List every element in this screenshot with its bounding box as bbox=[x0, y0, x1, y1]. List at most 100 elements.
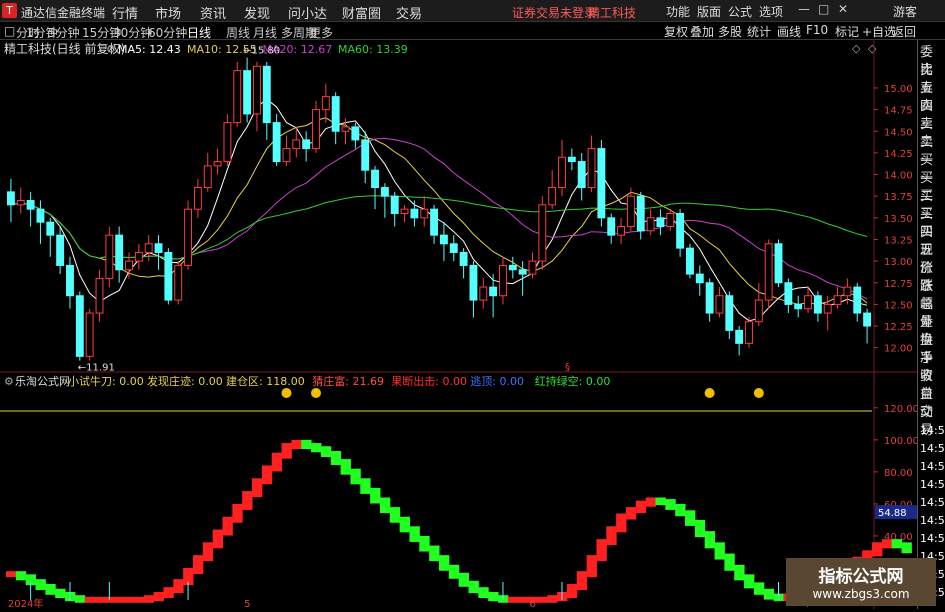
minimize-icon[interactable]: — bbox=[798, 2, 810, 16]
candle-body bbox=[36, 208, 45, 223]
indicator-step-bar bbox=[507, 596, 519, 603]
candle-body bbox=[676, 213, 685, 249]
menu-market[interactable]: 市场 bbox=[155, 3, 181, 22]
login-warning[interactable]: 证券交易未登录 bbox=[512, 4, 596, 21]
period-checkbox-icon[interactable]: □ bbox=[4, 24, 15, 38]
indicator-step-bar bbox=[261, 465, 273, 485]
indicator-step-bar bbox=[409, 526, 420, 542]
indicator-step-bar bbox=[566, 583, 578, 598]
candle-body bbox=[804, 295, 812, 310]
candle-body bbox=[341, 126, 350, 132]
candle-body bbox=[302, 139, 311, 150]
candle-body bbox=[833, 295, 842, 305]
chart-options-icon-2: ◇ bbox=[868, 42, 877, 55]
y-tick-label-5: 13.75 bbox=[884, 192, 913, 203]
menu-options[interactable]: 选项 bbox=[759, 3, 783, 20]
period-7[interactable]: 周线 bbox=[226, 24, 250, 41]
candle-body bbox=[223, 122, 232, 163]
indicator-step-bar bbox=[291, 439, 302, 450]
indicator-legend-0: 小试牛刀: 0.00 bbox=[68, 374, 144, 388]
indicator-step-bar bbox=[84, 596, 96, 603]
ind-y-tick-label-0: 120.00 bbox=[884, 404, 917, 415]
toolbar-button-0[interactable]: 复权 bbox=[664, 23, 688, 40]
menu-wealth[interactable]: 财富圈 bbox=[342, 3, 381, 22]
menu-news[interactable]: 资讯 bbox=[200, 3, 226, 22]
menu-function[interactable]: 功能 bbox=[666, 3, 690, 20]
indicator-step-bar bbox=[694, 519, 706, 538]
current-value-tag: 54.88 bbox=[878, 508, 907, 519]
toolbar-button-2[interactable]: 多股 bbox=[718, 23, 742, 40]
menu-layout[interactable]: 版面 bbox=[697, 3, 721, 20]
candle-body bbox=[479, 286, 488, 301]
indicator-step-bar bbox=[232, 503, 243, 523]
indicator-step-bar bbox=[665, 499, 676, 510]
indicator-step-bar bbox=[419, 535, 430, 552]
indicator-step-bar bbox=[635, 500, 647, 514]
smiley-icon bbox=[310, 388, 321, 398]
ma-line-10 bbox=[10, 117, 868, 305]
date-label-2: 6 bbox=[529, 599, 535, 609]
indicator-step-bar bbox=[685, 510, 696, 526]
toolbar-button-6[interactable]: 标记 bbox=[835, 23, 859, 40]
candle-body bbox=[823, 303, 832, 314]
period-6[interactable]: 日线 bbox=[187, 24, 211, 41]
title-bar: T 通达信金融终端 行情 市场 资讯 发现 问小达 财富圈 交易 证券交易未登录… bbox=[0, 0, 945, 22]
period-8[interactable]: 月线 bbox=[253, 24, 277, 41]
candle-body bbox=[764, 243, 773, 301]
indicator-name: 乐淘公式网 bbox=[15, 375, 70, 388]
candle-body bbox=[853, 286, 862, 314]
y-tick-label-0: 15.00 bbox=[884, 84, 913, 95]
indicator-step-bar bbox=[35, 579, 46, 590]
candle-body bbox=[262, 65, 271, 124]
guest-user[interactable]: 游客 bbox=[893, 3, 917, 20]
candle-body bbox=[528, 260, 537, 275]
toolbar-button-5[interactable]: F10 bbox=[806, 23, 828, 37]
indicator-step-bar bbox=[271, 452, 283, 472]
toolbar-button-1[interactable]: 叠加 bbox=[690, 23, 714, 40]
menu-market-quotes[interactable]: 行情 bbox=[112, 3, 138, 22]
close-icon[interactable]: ✕ bbox=[838, 2, 848, 16]
indicator-step-bar bbox=[645, 497, 656, 507]
candle-body bbox=[410, 208, 419, 219]
watermark-title: 指标公式网 bbox=[818, 567, 904, 587]
candle-body bbox=[430, 208, 439, 236]
candle-body bbox=[518, 269, 527, 275]
period-10[interactable]: 更多 bbox=[309, 24, 333, 41]
toolbar-button-8[interactable]: 返回 bbox=[892, 23, 916, 40]
candle-body bbox=[105, 234, 114, 279]
indicator-step-bar bbox=[163, 587, 174, 598]
period-2[interactable]: 5分钟 bbox=[48, 24, 80, 41]
chart-area[interactable]: 精工科技(日线 前复权) ⚙ MA5: 12.43 MA10: 12.55 MA20: … bbox=[0, 40, 919, 610]
event-marker-icon: § bbox=[565, 362, 570, 373]
indicator-step-bar bbox=[222, 516, 233, 536]
period-5[interactable]: 60分钟 bbox=[148, 24, 187, 41]
toolbar-button-4[interactable]: 画线 bbox=[777, 23, 801, 40]
candle-body bbox=[6, 191, 15, 206]
indicator-step-bar bbox=[537, 596, 548, 603]
restore-icon[interactable]: □ bbox=[818, 2, 829, 16]
indicator-step-bar bbox=[576, 571, 588, 590]
indicator-step-bar bbox=[458, 572, 470, 587]
menu-discover[interactable]: 发现 bbox=[244, 3, 270, 22]
candle-body bbox=[371, 169, 379, 189]
indicator-step-bar bbox=[763, 588, 775, 600]
candle-body bbox=[203, 165, 212, 189]
menu-trade[interactable]: 交易 bbox=[396, 3, 422, 22]
period-4[interactable]: 30分钟 bbox=[113, 24, 152, 41]
kline-chart-svg[interactable]: 精工科技(日线 前复权)⚙ MA5: 12.43 MA10: 12.55 MA20: … bbox=[0, 40, 919, 610]
candle-body bbox=[46, 221, 55, 236]
indicator-step-bar bbox=[429, 545, 440, 562]
menu-ask[interactable]: 问小达 bbox=[288, 3, 327, 22]
ind-y-tick-label-2: 80.00 bbox=[884, 468, 913, 479]
toolbar-button-3[interactable]: 统计 bbox=[747, 23, 771, 40]
candle-body bbox=[626, 195, 635, 227]
candle-body bbox=[184, 208, 193, 266]
indicator-legend-4: 果断出击: 0.00 bbox=[391, 374, 467, 388]
candle-body bbox=[705, 282, 714, 314]
smiley-icon bbox=[281, 388, 292, 398]
indicator-step-bar bbox=[488, 591, 499, 602]
toolbar-button-7[interactable]: +自选 bbox=[862, 23, 896, 40]
menu-formula[interactable]: 公式 bbox=[728, 3, 752, 20]
candle-body bbox=[607, 217, 616, 236]
ma-line-20 bbox=[10, 137, 868, 300]
